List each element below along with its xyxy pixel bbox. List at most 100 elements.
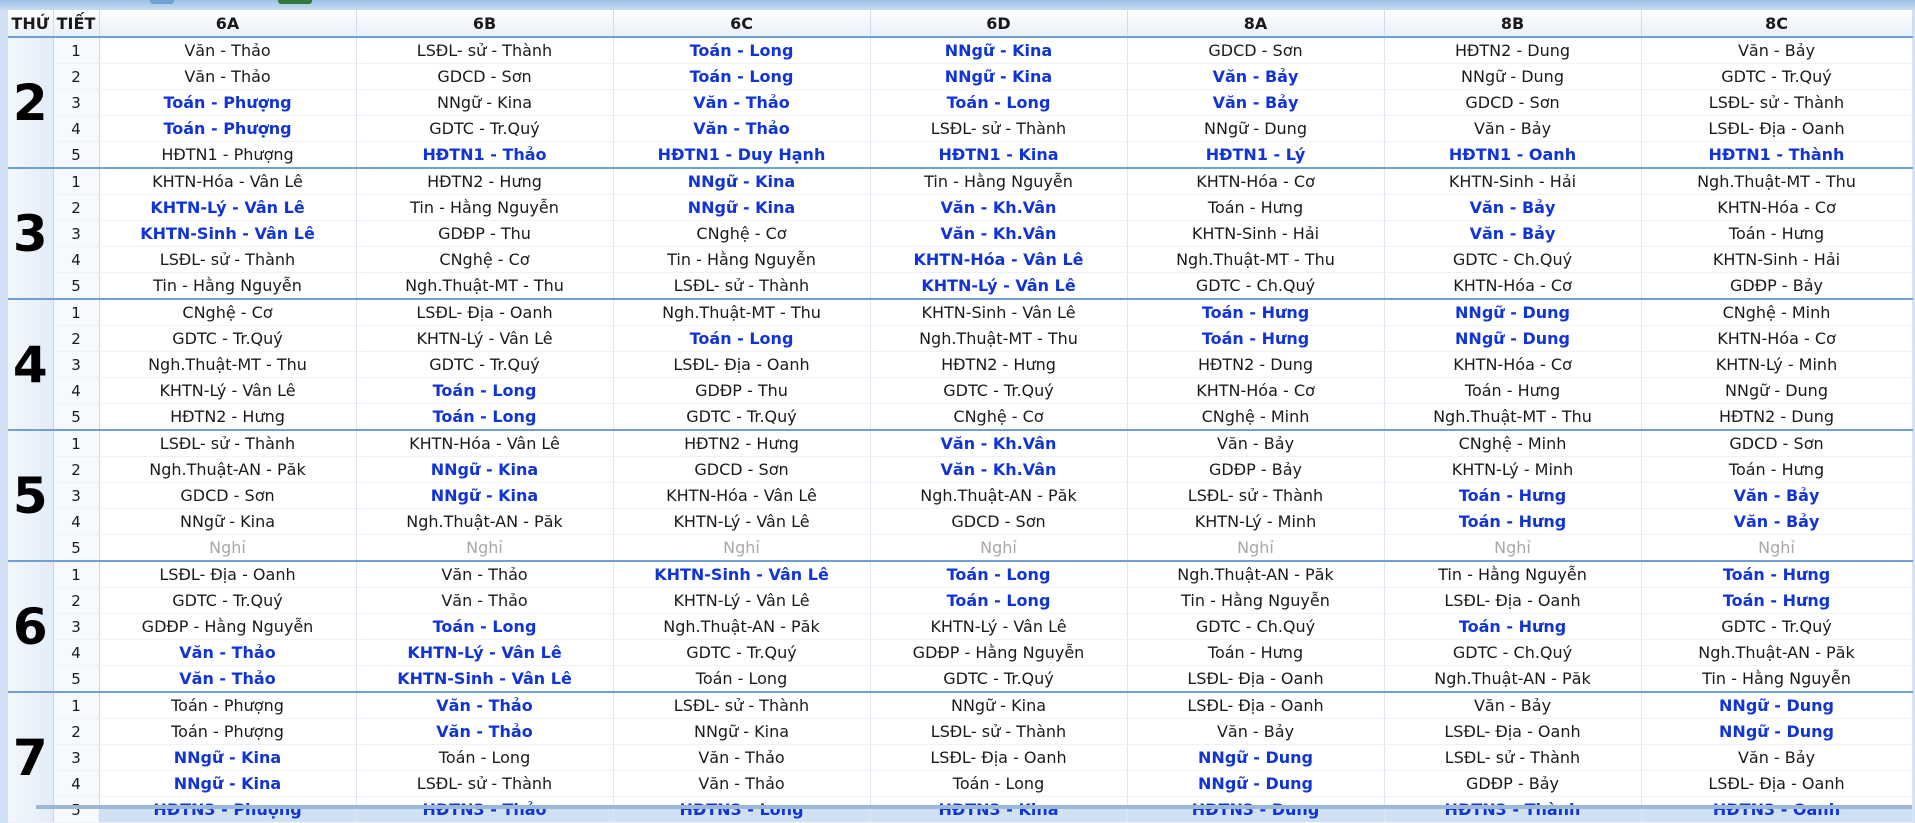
schedule-cell[interactable]: Văn - Thảo bbox=[99, 665, 357, 693]
schedule-cell[interactable]: Văn - Thảo bbox=[99, 36, 357, 64]
schedule-cell[interactable]: GDTC - Ch.Quý bbox=[1384, 246, 1642, 273]
schedule-cell[interactable]: NNgữ - Kina bbox=[870, 36, 1128, 64]
schedule-cell[interactable]: Tin - Hằng Nguyễn bbox=[870, 167, 1128, 195]
schedule-cell[interactable]: KHTN-Hóa - Cơ bbox=[1641, 194, 1913, 221]
schedule-cell[interactable]: NNgữ - Kina bbox=[356, 456, 614, 483]
schedule-cell[interactable]: Ngh.Thuật-MT - Thu bbox=[870, 325, 1128, 352]
schedule-cell[interactable]: Văn - Thảo bbox=[356, 587, 614, 614]
schedule-cell[interactable]: CNghệ - Minh bbox=[1127, 403, 1385, 431]
schedule-cell[interactable]: Văn - Thảo bbox=[356, 560, 614, 588]
schedule-cell[interactable]: KHTN-Sinh - Vân Lê bbox=[613, 560, 871, 588]
schedule-cell[interactable]: Ngh.Thuật-AN - Păk bbox=[1384, 665, 1642, 693]
schedule-cell[interactable]: CNghệ - Cơ bbox=[613, 220, 871, 247]
schedule-cell[interactable]: HĐTN2 - Dung bbox=[1127, 351, 1385, 378]
schedule-cell[interactable]: KHTN-Sinh - Vân Lê bbox=[356, 665, 614, 693]
schedule-cell[interactable]: LSĐL- sử - Thành bbox=[99, 429, 357, 457]
schedule-cell[interactable]: NNgữ - Dung bbox=[1384, 325, 1642, 352]
toolbar-tab-blue[interactable] bbox=[150, 0, 174, 4]
schedule-cell[interactable]: KHTN-Hóa - Vân Lê bbox=[870, 246, 1128, 273]
toolbar-tab-green[interactable] bbox=[278, 0, 312, 4]
schedule-cell[interactable]: Nghỉ bbox=[1127, 534, 1385, 562]
horizontal-scrollbar[interactable] bbox=[36, 805, 1912, 809]
schedule-cell[interactable]: Toán - Long bbox=[870, 89, 1128, 116]
schedule-cell[interactable]: Ngh.Thuật-MT - Thu bbox=[99, 351, 357, 378]
schedule-cell[interactable]: GDTC - Tr.Quý bbox=[613, 403, 871, 431]
schedule-cell[interactable]: Toán - Long bbox=[870, 770, 1128, 797]
schedule-cell[interactable]: CNghệ - Cơ bbox=[356, 246, 614, 273]
schedule-cell[interactable]: NNgữ - Kina bbox=[613, 718, 871, 745]
schedule-cell[interactable]: CNghệ - Minh bbox=[1384, 429, 1642, 457]
schedule-cell[interactable]: Văn - Thảo bbox=[99, 639, 357, 666]
schedule-cell[interactable]: Toán - Hưng bbox=[1127, 194, 1385, 221]
schedule-cell[interactable]: NNgữ - Dung bbox=[1384, 298, 1642, 326]
schedule-cell[interactable]: HĐTN3 - Kina bbox=[870, 796, 1128, 823]
header-class-8b[interactable]: 8B bbox=[1384, 10, 1642, 38]
schedule-cell[interactable]: KHTN-Lý - Vân Lê bbox=[613, 508, 871, 535]
schedule-cell[interactable]: GDTC - Tr.Quý bbox=[356, 351, 614, 378]
schedule-cell[interactable]: Tin - Hằng Nguyễn bbox=[1127, 587, 1385, 614]
schedule-cell[interactable]: NNgữ - Kina bbox=[356, 89, 614, 116]
schedule-cell[interactable]: Ngh.Thuật-MT - Thu bbox=[1127, 246, 1385, 273]
schedule-cell[interactable]: NNgữ - Dung bbox=[1127, 115, 1385, 142]
schedule-cell[interactable]: HĐTN2 - Hưng bbox=[613, 429, 871, 457]
schedule-cell[interactable]: Văn - Thảo bbox=[99, 63, 357, 90]
schedule-cell[interactable]: Nghỉ bbox=[870, 534, 1128, 562]
schedule-cell[interactable]: HĐTN3 - Dung bbox=[1127, 796, 1385, 823]
schedule-cell[interactable]: GDTC - Tr.Quý bbox=[99, 325, 357, 352]
schedule-cell[interactable]: KHTN-Hóa - Vân Lê bbox=[613, 482, 871, 509]
schedule-cell[interactable]: Toán - Phượng bbox=[99, 718, 357, 745]
schedule-cell[interactable]: Toán - Hưng bbox=[1127, 325, 1385, 352]
schedule-cell[interactable]: NNgữ - Kina bbox=[613, 194, 871, 221]
schedule-cell[interactable]: GDCD - Sơn bbox=[870, 508, 1128, 535]
schedule-cell[interactable]: Văn - Bảy bbox=[1641, 744, 1913, 771]
schedule-cell[interactable]: Nghỉ bbox=[356, 534, 614, 562]
schedule-cell[interactable]: Toán - Phượng bbox=[99, 115, 357, 142]
schedule-cell[interactable]: LSĐL- Địa - Oanh bbox=[1384, 587, 1642, 614]
schedule-cell[interactable]: Văn - Thảo bbox=[613, 115, 871, 142]
schedule-cell[interactable]: KHTN-Lý - Vân Lê bbox=[870, 272, 1128, 300]
schedule-cell[interactable]: Tin - Hằng Nguyễn bbox=[1384, 560, 1642, 588]
schedule-cell[interactable]: Văn - Bảy bbox=[1127, 63, 1385, 90]
header-class-6c[interactable]: 6C bbox=[613, 10, 871, 38]
schedule-cell[interactable]: HĐTN3 - Thảo bbox=[356, 796, 614, 823]
schedule-cell[interactable]: NNgữ - Kina bbox=[356, 482, 614, 509]
schedule-cell[interactable]: NNgữ - Dung bbox=[1641, 691, 1913, 719]
schedule-cell[interactable]: GDĐP - Hằng Nguyễn bbox=[99, 613, 357, 640]
schedule-cell[interactable]: HĐTN1 - Phượng bbox=[99, 141, 357, 169]
schedule-cell[interactable]: Văn - Thảo bbox=[356, 718, 614, 745]
schedule-cell[interactable]: Văn - Kh.Vân bbox=[870, 456, 1128, 483]
schedule-cell[interactable]: Tin - Hằng Nguyễn bbox=[1641, 665, 1913, 693]
header-class-6d[interactable]: 6D bbox=[870, 10, 1128, 38]
schedule-cell[interactable]: Ngh.Thuật-MT - Thu bbox=[613, 298, 871, 326]
schedule-cell[interactable]: KHTN-Hóa - Vân Lê bbox=[356, 429, 614, 457]
schedule-cell[interactable]: LSĐL- Địa - Oanh bbox=[356, 298, 614, 326]
schedule-cell[interactable]: Nghỉ bbox=[99, 534, 357, 562]
schedule-cell[interactable]: KHTN-Hóa - Cơ bbox=[1127, 377, 1385, 404]
schedule-cell[interactable]: HĐTN1 - Thành bbox=[1641, 141, 1913, 169]
schedule-cell[interactable]: KHTN-Lý - Vân Lê bbox=[356, 325, 614, 352]
schedule-cell[interactable]: Ngh.Thuật-MT - Thu bbox=[356, 272, 614, 300]
schedule-cell[interactable]: NNgữ - Dung bbox=[1127, 744, 1385, 771]
schedule-cell[interactable]: Văn - Thảo bbox=[356, 691, 614, 719]
schedule-cell[interactable]: Văn - Thảo bbox=[613, 770, 871, 797]
schedule-cell[interactable]: Văn - Bảy bbox=[1127, 89, 1385, 116]
schedule-cell[interactable]: Văn - Bảy bbox=[1641, 508, 1913, 535]
schedule-cell[interactable]: GDCD - Sơn bbox=[613, 456, 871, 483]
schedule-cell[interactable]: Nghỉ bbox=[613, 534, 871, 562]
schedule-cell[interactable]: NNgữ - Kina bbox=[613, 167, 871, 195]
schedule-cell[interactable]: GDCD - Sơn bbox=[356, 63, 614, 90]
schedule-cell[interactable]: KHTN-Lý - Minh bbox=[1384, 456, 1642, 483]
schedule-cell[interactable]: LSĐL- sử - Thành bbox=[870, 115, 1128, 142]
schedule-cell[interactable]: KHTN-Hóa - Cơ bbox=[1641, 325, 1913, 352]
schedule-cell[interactable]: CNghệ - Cơ bbox=[870, 403, 1128, 431]
schedule-cell[interactable]: HĐTN1 - Lý bbox=[1127, 141, 1385, 169]
schedule-cell[interactable]: Toán - Long bbox=[356, 744, 614, 771]
schedule-cell[interactable]: GDTC - Tr.Quý bbox=[613, 639, 871, 666]
schedule-cell[interactable]: GDĐP - Thu bbox=[613, 377, 871, 404]
schedule-cell[interactable]: KHTN-Hóa - Cơ bbox=[1384, 272, 1642, 300]
schedule-cell[interactable]: LSĐL- sử - Thành bbox=[870, 718, 1128, 745]
schedule-cell[interactable]: Toán - Long bbox=[356, 403, 614, 431]
schedule-cell[interactable]: NNgữ - Dung bbox=[1127, 770, 1385, 797]
schedule-cell[interactable]: Ngh.Thuật-MT - Thu bbox=[1641, 167, 1913, 195]
schedule-cell[interactable]: Toán - Hưng bbox=[1127, 298, 1385, 326]
